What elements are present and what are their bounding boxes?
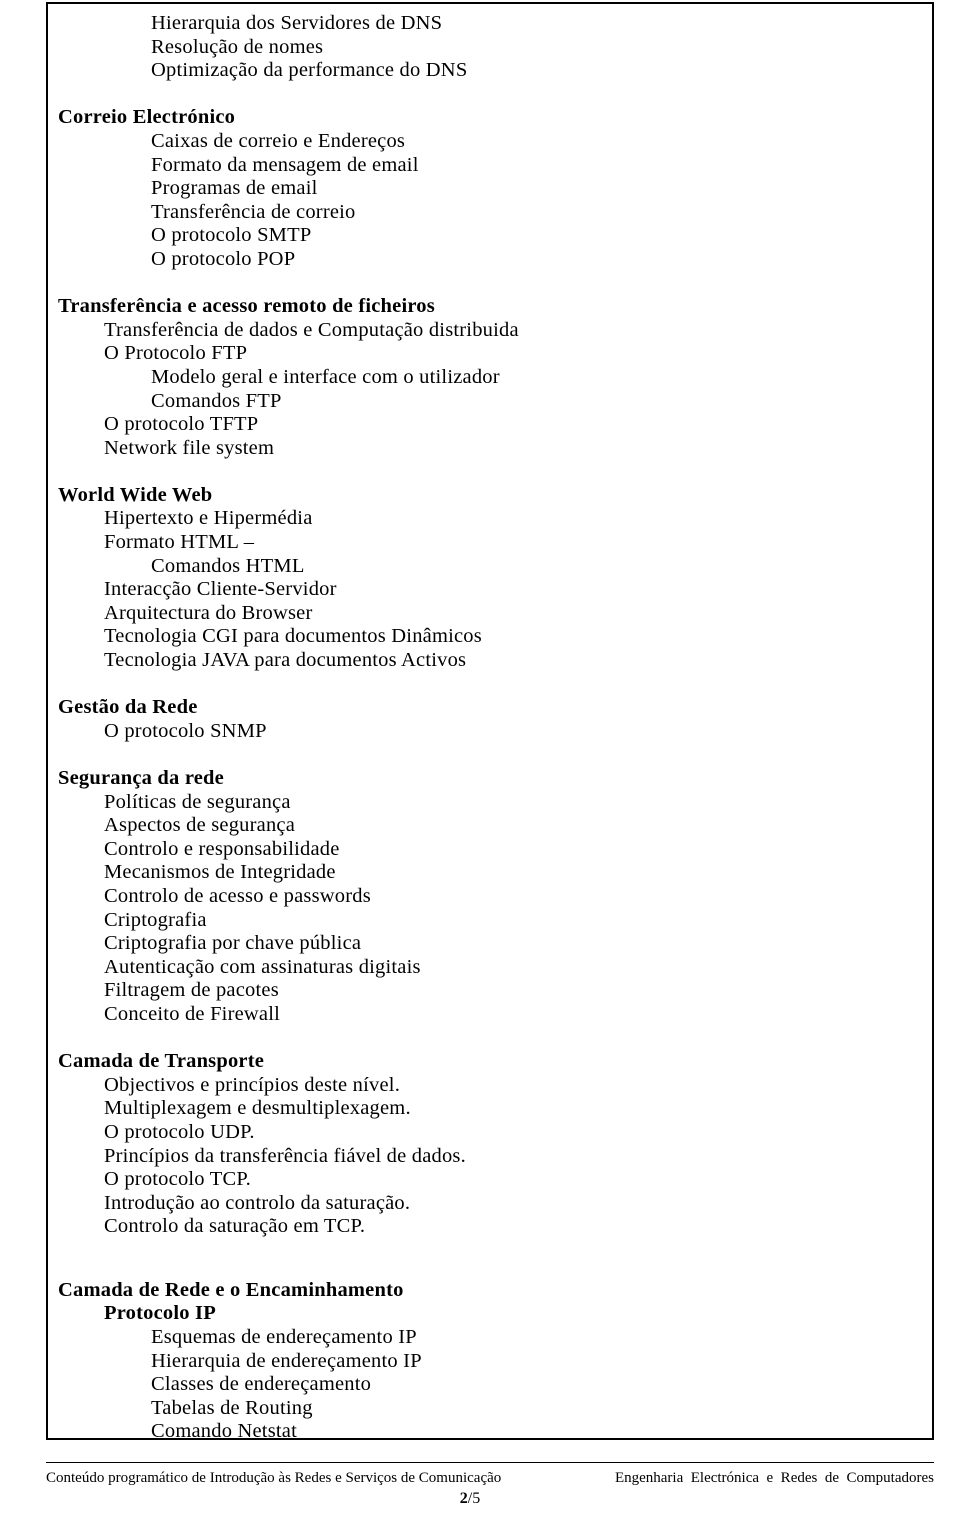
page-number-total: 5	[472, 1490, 481, 1507]
content-frame: Hierarquia dos Servidores de DNS Resoluçã…	[46, 2, 934, 1440]
footer-right-text: Engenharia Electrónica e Redes de Comput…	[614, 1470, 934, 1486]
outline-item: O protocolo TCP.	[104, 1168, 251, 1191]
outline-item: Controlo e responsabilidade	[104, 837, 340, 860]
outline-spacer	[58, 272, 922, 296]
outline-item: Objectivos e princípios deste nível.	[104, 1073, 401, 1096]
outline-item: Políticas de segurança	[104, 790, 291, 813]
outline-item: Modelo geral e interface com o utilizado…	[151, 365, 500, 388]
outline-item: Caixas de correio e Endereços	[151, 129, 406, 152]
outline-item: Network file system	[104, 436, 275, 459]
outline-item: Controlo da saturação em TCP.	[104, 1215, 366, 1238]
outline-item: Formato da mensagem de email	[151, 153, 419, 176]
outline-item: Comando Netstat	[151, 1420, 297, 1440]
outline-item: Transferência de dados e Computação dist…	[104, 318, 519, 341]
outline-heading: Protocolo IP	[104, 1302, 216, 1325]
outline-item: Introdução ao controlo da saturação.	[104, 1191, 411, 1214]
outline-item: Comandos HTML	[151, 554, 305, 577]
outline-item: Tecnologia CGI para documentos Dinâmicos	[104, 625, 482, 648]
page-number-current: 2	[459, 1490, 468, 1507]
outline-heading: Gestão da Rede	[58, 696, 198, 719]
outline-item: Hierarquia de endereçamento IP	[151, 1349, 422, 1372]
outline-spacer	[58, 1239, 922, 1279]
outline-item: Criptografia	[104, 908, 207, 931]
outline-item: Autenticação com assinaturas digitais	[104, 955, 421, 978]
footer-divider	[46, 1462, 934, 1463]
outline-item: Programas de email	[151, 177, 318, 200]
outline-item: Multiplexagem e desmultiplexagem.	[104, 1097, 411, 1120]
outline-item: Hierarquia dos Servidores de DNS	[151, 12, 443, 34]
outline-item: Transferência de correio	[151, 200, 356, 223]
outline-item: Interacção Cliente-Servidor	[104, 578, 337, 601]
outline-heading: Segurança da rede	[58, 767, 224, 789]
outline-item: Criptografia por chave pública	[104, 932, 362, 955]
outline-item: Tabelas de Routing	[151, 1396, 313, 1419]
outline-list: Hierarquia dos Servidores de DNS Resoluçã…	[48, 4, 932, 1440]
outline-spacer	[58, 743, 922, 767]
outline-spacer	[58, 460, 922, 484]
page-indicator: 2/5	[46, 1489, 934, 1509]
footer-row: Conteúdo programático de Introdução às R…	[46, 1469, 934, 1488]
footer-left-text: Conteúdo programático de Introdução às R…	[46, 1470, 502, 1486]
outline-item: Optimização da performance do DNS	[151, 59, 468, 82]
outline-item: Conceito de Firewall	[104, 1002, 281, 1025]
outline-item: O Protocolo FTP	[104, 342, 248, 365]
outline-spacer	[58, 673, 922, 697]
outline-heading: Camada de Transporte	[58, 1050, 265, 1073]
outline-item: Resolução de nomes	[151, 35, 324, 58]
outline-item: Controlo de acesso e passwords	[104, 884, 371, 907]
outline-item: Aspectos de segurança	[104, 814, 296, 837]
outline-heading: Camada de Rede e o Encaminhamento	[58, 1278, 404, 1301]
outline-heading: Correio Electrónico	[58, 106, 236, 129]
outline-item: Arquitectura do Browser	[104, 601, 313, 624]
outline-item: O protocolo UDP.	[104, 1120, 255, 1143]
outline-item: Classes de endereçamento	[151, 1373, 372, 1396]
outline-spacer	[58, 83, 922, 107]
outline-heading: Transferência e acesso remoto de ficheir…	[58, 295, 435, 318]
outline-spacer	[58, 1027, 922, 1051]
outline-item: Tecnologia JAVA para documentos Activos	[104, 649, 467, 672]
outline-item: Esquemas de endereçamento IP	[151, 1326, 417, 1349]
document-page: Hierarquia dos Servidores de DNS Resoluçã…	[0, 0, 960, 1520]
outline-item: O protocolo TFTP	[104, 413, 259, 436]
outline-item: O protocolo POP	[151, 247, 296, 270]
outline-item: Formato HTML –	[104, 531, 255, 554]
outline-heading: World Wide Web	[58, 483, 213, 506]
outline-item: O protocolo SMTP	[151, 224, 312, 247]
outline-item: Filtragem de pacotes	[104, 979, 279, 1002]
outline-item: Princípios da transferência fiável de da…	[104, 1144, 466, 1167]
outline-item: Mecanismos de Integridade	[104, 861, 336, 884]
outline-item: Comandos FTP	[151, 389, 282, 412]
outline-item: O protocolo SNMP	[104, 719, 267, 742]
outline-item: Hipertexto e Hipermédia	[104, 507, 313, 530]
page-footer: Conteúdo programático de Introdução às R…	[46, 1462, 934, 1509]
